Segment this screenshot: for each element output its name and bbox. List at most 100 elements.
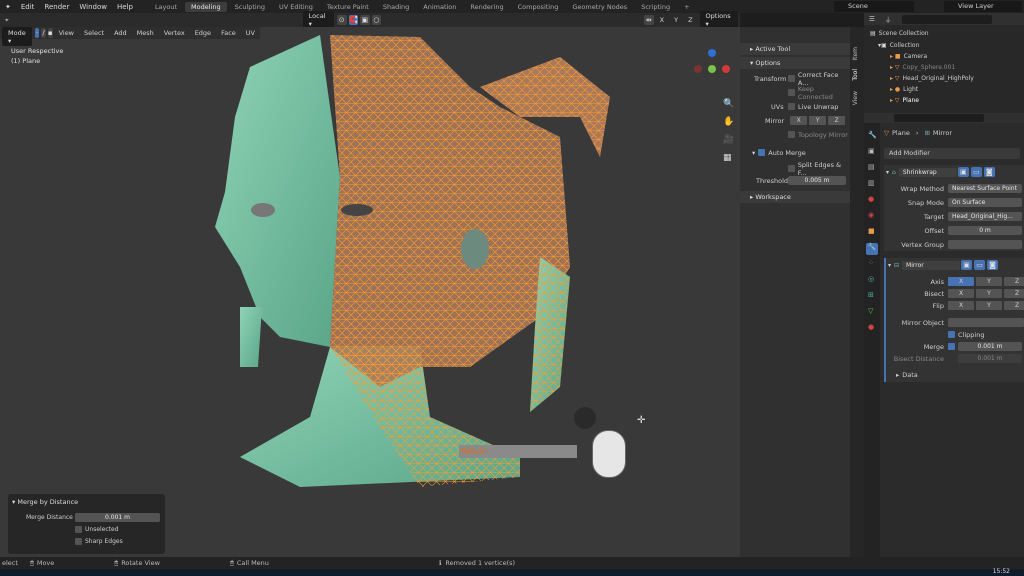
render-toggle-icon[interactable]: ◙	[983, 167, 995, 177]
tab-compositing[interactable]: Compositing	[512, 2, 565, 12]
outliner-item-collection[interactable]: ▾▣ Collection	[878, 40, 919, 50]
tab-uv-editing[interactable]: UV Editing	[273, 2, 319, 12]
correct-face-checkbox[interactable]	[788, 75, 795, 82]
auto-merge-checkbox[interactable]	[758, 149, 766, 156]
tab-texture-paint[interactable]: Texture Paint	[321, 2, 375, 12]
flip-y-button[interactable]: Y	[976, 301, 1002, 310]
gizmo-x-icon[interactable]	[722, 65, 730, 73]
unselected-check-box[interactable]	[75, 526, 82, 533]
split-edges-checkbox[interactable]	[788, 165, 795, 172]
workspace-section[interactable]: ▸ Workspace	[740, 191, 850, 203]
add-workspace-button[interactable]: +	[678, 2, 695, 12]
axis-z-toggle[interactable]: Z	[683, 15, 697, 25]
snap-mode-dropdown[interactable]: On Surface	[948, 198, 1022, 207]
mirror-y-button[interactable]: Y	[809, 116, 827, 125]
cursor-tool-icon[interactable]: ⌖	[0, 15, 14, 26]
ortho-grid-icon[interactable]: ▦	[723, 153, 732, 163]
menu-help[interactable]: Help	[112, 3, 138, 11]
tab-scripting[interactable]: Scripting	[635, 2, 676, 12]
bisect-z-button[interactable]: Z	[1004, 289, 1024, 298]
clipping-checkbox[interactable]	[948, 331, 955, 338]
tab-modeling[interactable]: Modeling	[185, 1, 227, 12]
merge-checkbox[interactable]	[948, 343, 955, 350]
add-modifier-button[interactable]: Add Modifier	[884, 148, 1020, 159]
flip-x-button[interactable]: X	[948, 301, 974, 310]
topology-mirror-row[interactable]: Topology Mirror	[788, 129, 848, 140]
operator-panel-title[interactable]: ▾ Merge by Distance	[12, 498, 78, 506]
outliner-display-icon[interactable]: ☰	[864, 14, 880, 24]
pan-hand-icon[interactable]: ✋	[723, 117, 734, 127]
live-unwrap-row[interactable]: Live Unwrap	[788, 101, 838, 112]
live-unwrap-checkbox[interactable]	[788, 103, 795, 110]
outliner-item-head[interactable]: ▸ ▽ Head_Original_HighPoly	[890, 73, 974, 83]
mirror-header[interactable]: ▾ ⊟ Mirror ▣ ▭ ◙	[888, 260, 999, 270]
tab-shading[interactable]: Shading	[377, 2, 415, 12]
gizmo-y-icon[interactable]	[708, 65, 716, 73]
scene-selector[interactable]: Scene	[834, 1, 914, 12]
bisect-distance-field[interactable]: 0.001 m	[958, 354, 1022, 363]
navigation-gizmo[interactable]	[692, 49, 732, 89]
bisect-x-button[interactable]: X	[948, 289, 974, 298]
tab-animation[interactable]: Animation	[417, 2, 462, 12]
snap-icon[interactable]: 🧲	[348, 15, 359, 25]
auto-merge-row[interactable]: ▾ Auto Merge	[752, 147, 806, 158]
data-props-icon[interactable]: ▽	[868, 307, 873, 315]
realtime-toggle-icon[interactable]: ▭	[974, 260, 986, 270]
sharp-edges-checkbox[interactable]: Sharp Edges	[75, 538, 123, 545]
3d-viewport[interactable]: lit Mode ▾ · / ▪ View Select Add Mesh Ve…	[0, 27, 740, 557]
material-props-icon[interactable]: ●	[868, 323, 874, 331]
tool-props-icon[interactable]: 🔧	[868, 131, 877, 139]
unselected-checkbox[interactable]: Unselected	[75, 526, 119, 533]
mirror-z-button[interactable]: Z	[828, 116, 846, 125]
outliner-item-light[interactable]: ▸ ● Light	[890, 84, 918, 94]
camera-view-icon[interactable]: 🎥	[723, 135, 734, 145]
snap-target-icon[interactable]: ▣	[360, 15, 370, 25]
mirror-object-field[interactable]	[948, 318, 1024, 327]
tab-rendering[interactable]: Rendering	[464, 2, 509, 12]
object-props-icon[interactable]: ■	[868, 227, 875, 235]
keep-connected-row[interactable]: Keep Connected	[788, 85, 850, 101]
mirror-name-field[interactable]: Mirror	[902, 260, 961, 270]
active-tool-section[interactable]: ▸ Active Tool	[740, 43, 850, 55]
shrinkwrap-header[interactable]: ▾ ⌂ Shrinkwrap ▣ ▭ ◙	[886, 167, 996, 177]
mirror-x-button[interactable]: X	[790, 116, 808, 125]
outliner-item-copy-sphere[interactable]: ▸ ▽ Copy_Sphere.001	[890, 62, 955, 72]
outliner-item-camera[interactable]: ▸ ■ Camera	[890, 51, 927, 61]
scene-props-icon[interactable]: ●	[868, 195, 874, 203]
pivot-icon[interactable]: ⊙	[336, 15, 347, 25]
constraints-props-icon[interactable]: ⊞	[868, 291, 874, 299]
outliner-filter-icon[interactable]: ⏚	[880, 13, 897, 25]
particles-props-icon[interactable]: ⁘	[868, 259, 874, 267]
view-layer-props-icon[interactable]: ▥	[868, 179, 875, 187]
edit-mode-toggle-icon[interactable]: ▣	[961, 260, 973, 270]
tab-sculpting[interactable]: Sculpting	[229, 2, 271, 12]
properties-search-input[interactable]	[894, 114, 984, 122]
tab-item[interactable]: Item	[852, 47, 862, 61]
render-props-icon[interactable]: ▣	[868, 147, 875, 155]
gizmo-z-icon[interactable]	[708, 49, 716, 57]
tab-view[interactable]: View	[852, 91, 862, 105]
axis-y-button[interactable]: Y	[976, 277, 1002, 286]
physics-props-icon[interactable]: ◎	[868, 275, 874, 283]
merge-distance-value[interactable]: 0.001 m	[958, 342, 1022, 351]
bisect-y-button[interactable]: Y	[976, 289, 1002, 298]
wrap-method-dropdown[interactable]: Nearest Surface Point	[948, 184, 1022, 193]
merge-distance-field[interactable]: 0.001 m	[75, 513, 160, 522]
target-field[interactable]: Head_Original_Hig...	[948, 212, 1022, 221]
menu-edit[interactable]: Edit	[16, 3, 40, 11]
split-edges-row[interactable]: Split Edges & F...	[788, 161, 850, 177]
world-props-icon[interactable]: ◉	[868, 211, 874, 219]
zoom-icon[interactable]: 🔍	[723, 99, 734, 109]
vertex-group-field[interactable]	[948, 240, 1022, 249]
tab-tool[interactable]: Tool	[852, 69, 862, 81]
topology-mirror-checkbox[interactable]	[788, 131, 795, 138]
outliner-item-plane[interactable]: ▸ ▽ Plane	[890, 95, 919, 105]
threshold-field[interactable]: 0.005 m	[788, 176, 846, 185]
output-props-icon[interactable]: ▤	[868, 163, 875, 171]
correct-face-row[interactable]: Correct Face A...	[788, 71, 850, 87]
clipping-row[interactable]: Clipping	[948, 329, 984, 340]
proportional-edit-icon[interactable]: ○	[371, 15, 382, 25]
options-section[interactable]: ▾ Options	[740, 57, 850, 69]
gizmo-negx-icon[interactable]	[694, 65, 702, 73]
axis-x-toggle[interactable]: X	[655, 15, 669, 25]
